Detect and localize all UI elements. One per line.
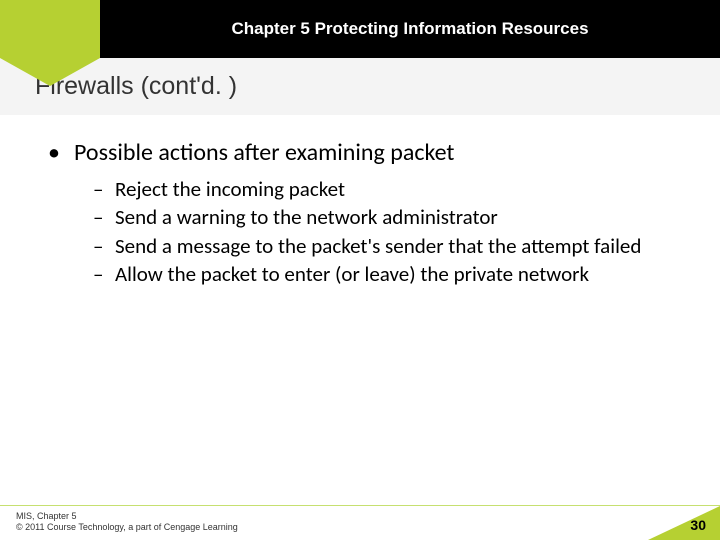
bullet-level-2: – Send a message to the packet's sender … (93, 233, 680, 260)
slide: Chapter 5 Protecting Information Resourc… (0, 0, 720, 540)
footer-triangle-icon (648, 506, 720, 540)
body-content: • Possible actions after examining packe… (0, 115, 720, 288)
bullet-text: Reject the incoming packet (115, 176, 680, 203)
bullet-dash-icon: – (93, 233, 115, 260)
triangle-down-icon (0, 58, 100, 86)
bullet-dash-icon: – (93, 261, 115, 288)
footer-credits: MIS, Chapter 5 © 2011 Course Technology,… (16, 511, 238, 534)
bullet-level-2: – Allow the packet to enter (or leave) t… (93, 261, 680, 288)
bullet-level-2: – Send a warning to the network administ… (93, 204, 680, 231)
slide-title-area: Firewalls (cont'd. ) (0, 58, 720, 115)
bullet-text: Allow the packet to enter (or leave) the… (115, 261, 680, 288)
bullet-dash-icon: – (93, 176, 115, 203)
header: Chapter 5 Protecting Information Resourc… (0, 0, 720, 58)
footer: MIS, Chapter 5 © 2011 Course Technology,… (0, 506, 720, 540)
header-bar: Chapter 5 Protecting Information Resourc… (100, 0, 720, 58)
bullet-dot-icon: • (48, 137, 74, 168)
bullet-text: Possible actions after examining packet (74, 137, 454, 168)
accent-square (0, 0, 100, 58)
bullet-text: Send a message to the packet's sender th… (115, 233, 680, 260)
chapter-title: Chapter 5 Protecting Information Resourc… (231, 19, 588, 39)
page-number: 30 (690, 517, 706, 533)
bullet-dash-icon: – (93, 204, 115, 231)
footer-line-2: © 2011 Course Technology, a part of Ceng… (16, 522, 238, 534)
footer-line-1: MIS, Chapter 5 (16, 511, 238, 523)
bullet-level-2: – Reject the incoming packet (93, 176, 680, 203)
bullet-text: Send a warning to the network administra… (115, 204, 680, 231)
bullet-level-1: • Possible actions after examining packe… (48, 137, 680, 168)
